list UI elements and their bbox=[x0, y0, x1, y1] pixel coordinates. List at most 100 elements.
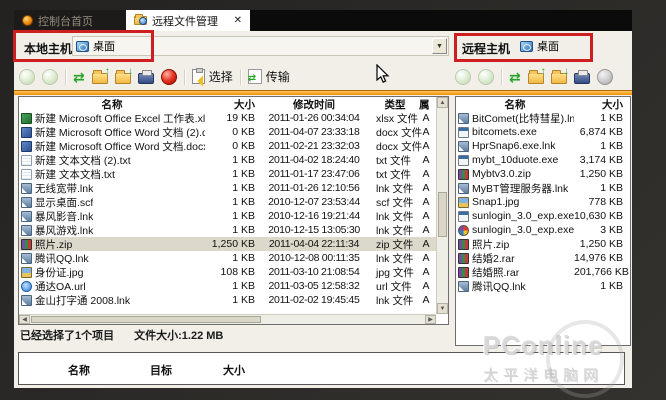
file-attr: A bbox=[422, 126, 430, 138]
vertical-scrollbar[interactable]: ▲ ▼ bbox=[436, 97, 448, 314]
file-size: 1 KB bbox=[600, 140, 623, 152]
scrollbar-thumb[interactable] bbox=[438, 192, 447, 237]
scroll-right-icon[interactable]: ▶ bbox=[425, 315, 436, 324]
file-row[interactable]: 结婚照.rar 201,766 KB bbox=[456, 265, 630, 279]
file-row[interactable]: MyBT管理服务器.lnk 1 KB bbox=[456, 181, 630, 195]
queue-column-target[interactable]: 目标 bbox=[133, 362, 189, 378]
file-row[interactable]: 新建 Microsoft Office Word 文档.docx 0 KB 20… bbox=[19, 139, 448, 153]
close-icon[interactable]: ✕ bbox=[234, 15, 242, 26]
txt-file-icon bbox=[21, 168, 32, 180]
file-row[interactable]: 照片.zip 1,250 KB bbox=[456, 237, 630, 251]
file-row[interactable]: 新建 文本文档 (2).txt 1 KB 2011-04-02 18:24:40… bbox=[19, 153, 448, 167]
file-name: 身份证.jpg bbox=[35, 266, 84, 279]
file-size: 1 KB bbox=[232, 280, 255, 292]
tab-remote-file-manager[interactable]: 远程文件管理 ✕ bbox=[126, 10, 250, 31]
refresh-icon[interactable]: ⇄ bbox=[509, 69, 521, 85]
file-attr: A bbox=[422, 280, 430, 292]
file-size: 1,250 KB bbox=[579, 168, 623, 180]
file-attr: A bbox=[422, 210, 430, 222]
printer-icon[interactable] bbox=[573, 70, 590, 84]
file-size: 3,174 KB bbox=[579, 154, 623, 166]
jpg-file-icon bbox=[21, 266, 32, 278]
file-row[interactable]: 通达OA.url 1 KB 2011-03-05 12:58:32 url 文件… bbox=[19, 279, 448, 293]
file-size: 1 KB bbox=[232, 210, 255, 222]
column-header-name[interactable]: 名称 bbox=[456, 97, 574, 112]
folder-download-icon[interactable]: ↓ bbox=[114, 66, 133, 84]
file-row[interactable]: 结婚2.rar 14,976 KB bbox=[456, 251, 630, 265]
horizontal-scrollbar[interactable]: ◀ ▶ bbox=[19, 314, 436, 324]
lnk-file-icon bbox=[458, 112, 469, 124]
file-row[interactable]: 腾讯QQ.lnk 1 KB 2010-12-08 00:11:35 lnk 文件… bbox=[19, 251, 448, 265]
file-row[interactable]: sunlogin_3.0_exp.exe 10,630 KB bbox=[456, 209, 630, 223]
file-type: lnk 文件 bbox=[376, 210, 414, 223]
file-row[interactable]: BitComet(比特彗星).lnk 1 KB bbox=[456, 111, 630, 125]
forward-icon[interactable] bbox=[478, 68, 494, 85]
tab-console-home[interactable]: 控制台首页 bbox=[14, 10, 126, 31]
file-row[interactable]: 照片.zip 1,250 KB 2011-04-04 22:11:34 zip … bbox=[19, 237, 448, 251]
file-size: 1 KB bbox=[232, 168, 255, 180]
printer-icon[interactable] bbox=[137, 70, 154, 84]
file-modified-time: 2011-01-26 00:34:04 bbox=[268, 112, 360, 124]
file-row[interactable]: 金山打字通 2008.lnk 1 KB 2011-02-02 19:45:45 … bbox=[19, 293, 448, 307]
file-row[interactable]: 暴风游戏.lnk 1 KB 2010-12-15 13:05:30 lnk 文件… bbox=[19, 223, 448, 237]
back-icon[interactable] bbox=[455, 68, 471, 85]
scroll-left-icon[interactable]: ◀ bbox=[19, 315, 30, 324]
file-row[interactable]: 暴风影音.lnk 1 KB 2010-12-16 19:21:44 lnk 文件… bbox=[19, 209, 448, 223]
local-path-combobox[interactable]: 桌面 ▼ bbox=[72, 36, 449, 56]
forward-icon[interactable] bbox=[42, 68, 58, 85]
lnk-file-icon bbox=[458, 280, 469, 292]
scroll-up-icon[interactable]: ▲ bbox=[437, 97, 448, 108]
file-row[interactable]: sunlogin_3.0_exp.exe.torrent 3 KB bbox=[456, 223, 630, 237]
queue-column-name[interactable]: 名称 bbox=[51, 362, 107, 378]
file-name: bitcomets.exe bbox=[472, 126, 537, 138]
queue-column-size[interactable]: 大小 bbox=[209, 362, 259, 378]
file-row[interactable]: 新建 Microsoft Office Excel 工作表.xlsx 19 KB… bbox=[19, 111, 448, 125]
select-button[interactable]: 选择 bbox=[191, 68, 233, 85]
refresh-icon[interactable]: ⇄ bbox=[73, 69, 85, 85]
remote-path-combobox[interactable]: 桌面 bbox=[520, 38, 559, 54]
file-row[interactable]: HprSnap6.exe.lnk 1 KB bbox=[456, 139, 630, 153]
file-attr: A bbox=[422, 224, 430, 236]
console-icon bbox=[22, 15, 33, 26]
chevron-down-icon[interactable]: ▼ bbox=[432, 38, 447, 54]
file-row[interactable]: mybt_10duote.exe 3,174 KB bbox=[456, 153, 630, 167]
file-row[interactable]: 新建 文本文档.txt 1 KB 2011-01-17 23:47:06 txt… bbox=[19, 167, 448, 181]
txt-file-icon bbox=[21, 154, 32, 166]
file-name: BitComet(比特彗星).lnk bbox=[472, 112, 574, 125]
tab-bar: 控制台首页 远程文件管理 ✕ bbox=[14, 10, 632, 31]
file-row[interactable]: 显示桌面.scf 1 KB 2010-12-07 23:53:44 scf 文件… bbox=[19, 195, 448, 209]
file-row[interactable]: Snap1.jpg 778 KB bbox=[456, 195, 630, 209]
file-row[interactable]: 身份证.jpg 108 KB 2011-03-10 21:08:54 jpg 文… bbox=[19, 265, 448, 279]
file-row[interactable]: 新建 Microsoft Office Word 文档 (2).docx 0 K… bbox=[19, 125, 448, 139]
file-row[interactable]: Mybtv3.0.zip 1,250 KB bbox=[456, 167, 630, 181]
back-icon[interactable] bbox=[19, 68, 35, 85]
file-row[interactable]: 腾讯QQ.lnk 1 KB bbox=[456, 279, 630, 293]
scroll-down-icon[interactable]: ▼ bbox=[437, 303, 448, 314]
transfer-button[interactable]: ⇄ 传输 bbox=[247, 68, 290, 85]
file-size: 1 KB bbox=[232, 252, 255, 264]
file-name: 新建 Microsoft Office Excel 工作表.xlsx bbox=[35, 112, 205, 125]
rar-file-icon bbox=[458, 252, 469, 264]
file-row[interactable]: 无线宽带.lnk 1 KB 2011-01-26 12:10:56 lnk 文件… bbox=[19, 181, 448, 195]
column-header-size[interactable]: 大小 bbox=[574, 97, 626, 112]
delete-icon[interactable] bbox=[160, 68, 177, 85]
file-row[interactable]: bitcomets.exe 6,874 KB bbox=[456, 125, 630, 139]
column-header-attr[interactable]: 属 bbox=[419, 97, 433, 112]
column-header-size[interactable]: 大小 bbox=[205, 97, 257, 112]
scrollbar-thumb[interactable] bbox=[31, 316, 261, 323]
column-header-modified[interactable]: 修改时间 bbox=[257, 97, 371, 112]
file-modified-time: 2010-12-15 13:05:30 bbox=[268, 224, 360, 236]
folder-up-icon[interactable]: ↑ bbox=[91, 66, 110, 84]
torrent-file-icon bbox=[458, 224, 469, 236]
file-modified-time: 2011-04-02 18:24:40 bbox=[268, 154, 360, 166]
file-type: xlsx 文件 bbox=[376, 112, 418, 125]
zip-file-icon bbox=[21, 238, 32, 250]
rar-file-icon bbox=[458, 266, 469, 278]
column-header-name[interactable]: 名称 bbox=[19, 97, 205, 112]
file-name: HprSnap6.exe.lnk bbox=[472, 140, 556, 152]
status-bar: 已经选择了1个项目 文件大小:1.22 MB bbox=[20, 327, 223, 343]
column-header-type[interactable]: 类型 bbox=[371, 97, 419, 112]
local-file-list: 名称 大小 修改时间 类型 属 新建 Microsoft Office Exce… bbox=[18, 96, 449, 325]
folder-up-icon[interactable]: ↑ bbox=[527, 66, 546, 84]
folder-download-icon[interactable]: ↓ bbox=[550, 66, 569, 84]
